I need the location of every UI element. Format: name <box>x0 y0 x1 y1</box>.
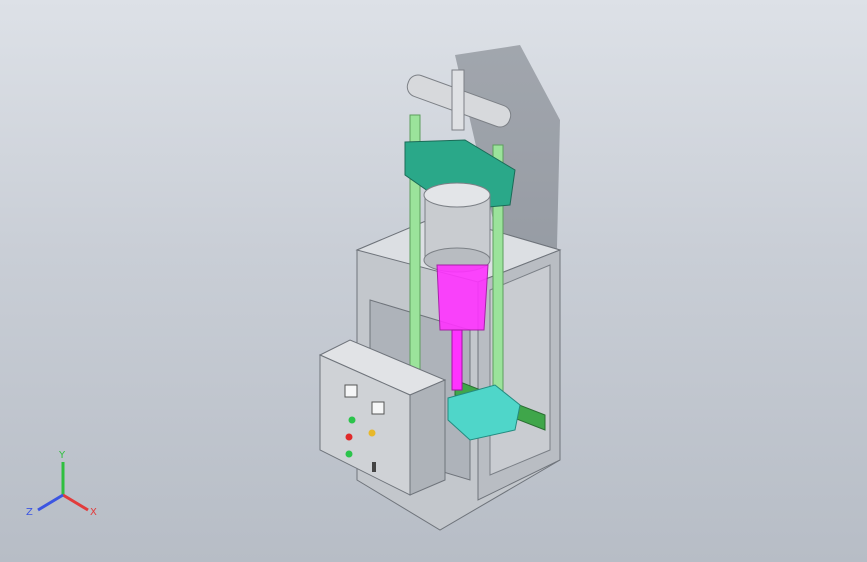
triad-x-label: X <box>90 507 97 518</box>
piston-rod[interactable] <box>436 264 489 331</box>
piston-tip <box>451 329 463 391</box>
indicator-light-yellow[interactable] <box>368 429 376 437</box>
panel-label-plate-right <box>371 401 385 415</box>
pneumatic-cylinder[interactable] <box>423 182 491 273</box>
start-button[interactable] <box>345 450 353 458</box>
triad-x-axis <box>62 493 89 512</box>
selector-switch[interactable] <box>372 462 376 472</box>
view-triad[interactable]: Y X Z <box>26 450 97 518</box>
panel-label-plate-left <box>344 384 358 398</box>
triad-y-label: Y <box>58 450 66 461</box>
triad-z-axis <box>37 493 64 512</box>
adjust-screw[interactable] <box>451 69 465 131</box>
indicator-light-red[interactable] <box>345 433 353 441</box>
triad-z-label: Z <box>26 507 33 518</box>
model-scene[interactable]: Y X Z <box>0 0 867 562</box>
cad-viewport[interactable]: Y X Z <box>0 0 867 562</box>
indicator-light-green[interactable] <box>348 416 356 424</box>
